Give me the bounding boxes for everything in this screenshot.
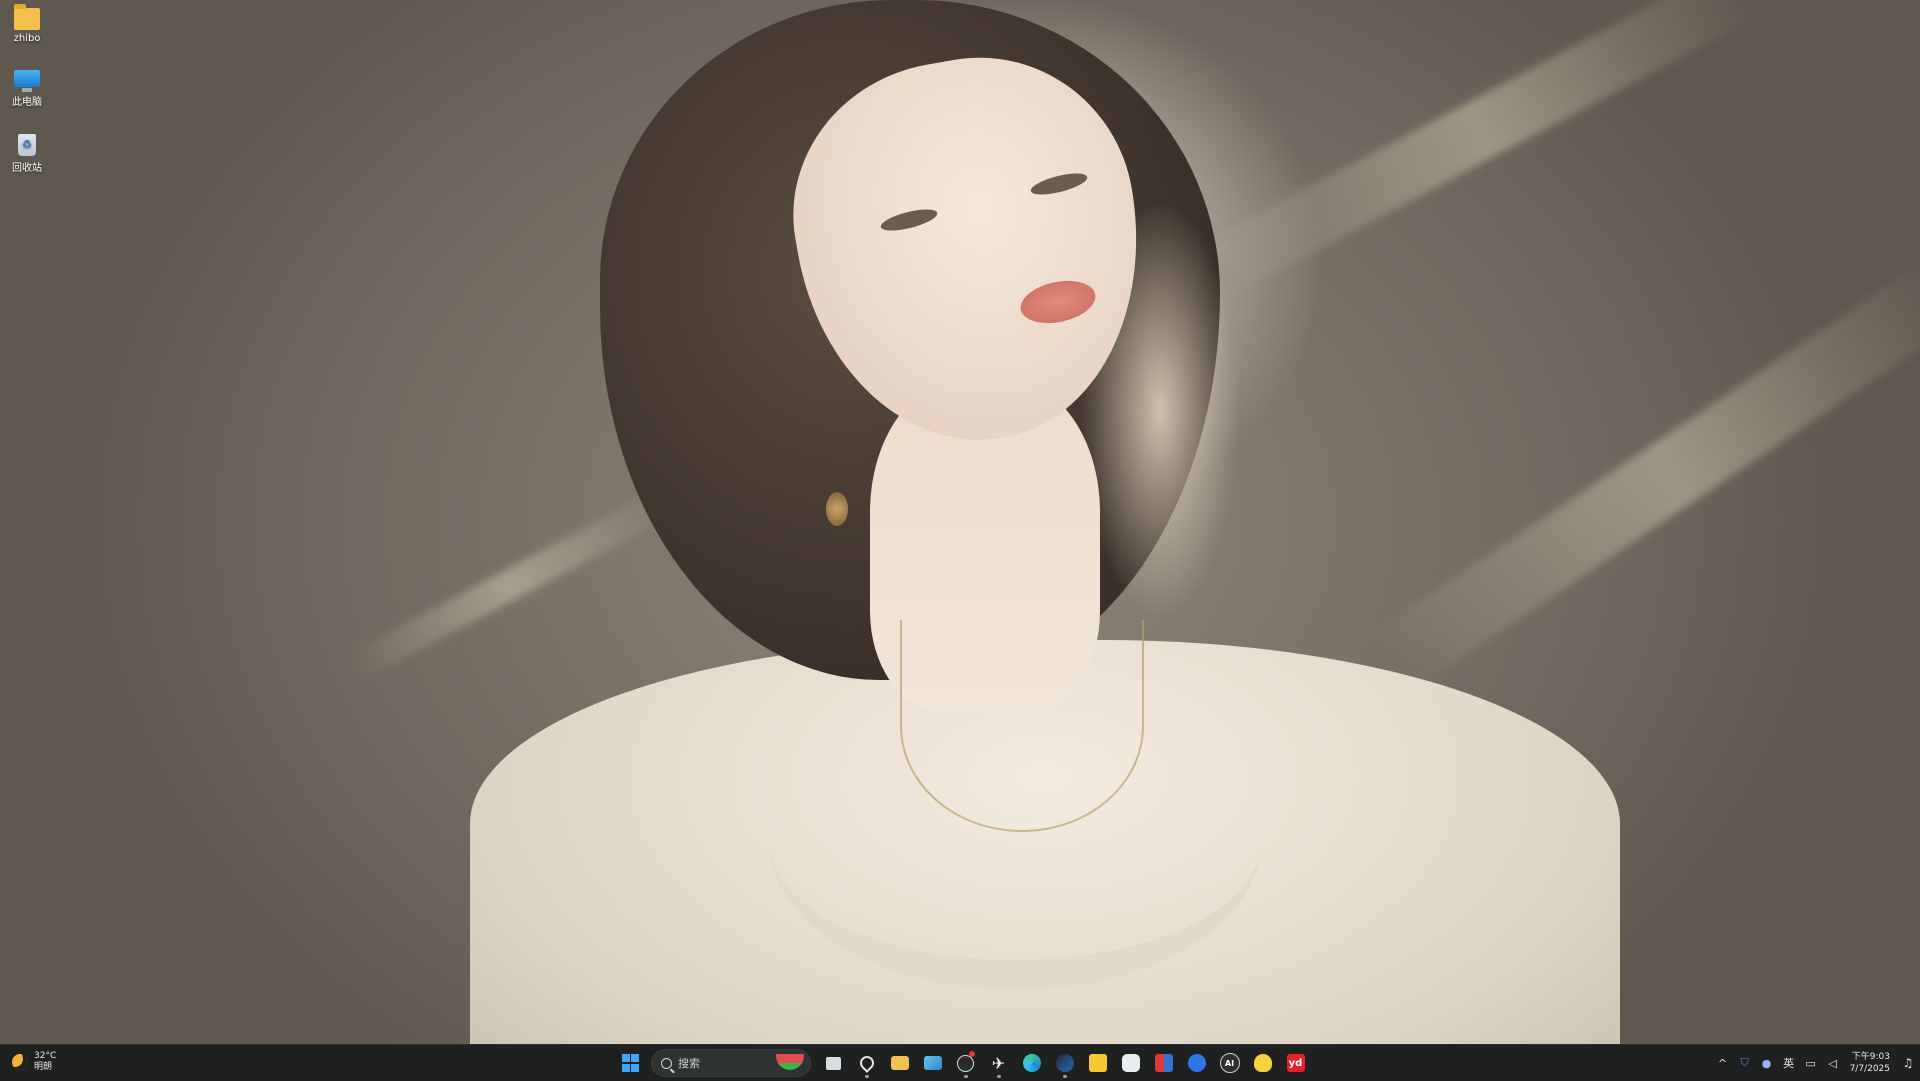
notification-badge	[968, 1051, 975, 1057]
weather-widget[interactable]: 32°C 明朗	[12, 1051, 56, 1073]
edge-browser-icon	[1022, 1054, 1041, 1072]
monitor-network-icon: ▭	[1805, 1056, 1816, 1070]
tray-clock[interactable]: 下午9:03 7/7/2025	[1844, 1051, 1896, 1075]
taskbar: 32°C 明朗 搜索 ✈ AI yd ^ ⛉ ● 英 ▭ ◁ 下午9:03 7/…	[0, 1044, 1920, 1081]
desktop: zhibo 此电脑 ♻ 回收站	[0, 0, 1920, 1044]
search-placeholder: 搜索	[678, 1057, 700, 1070]
gamepad-icon	[1121, 1054, 1140, 1072]
taskbar-file-explorer[interactable]	[885, 1048, 915, 1078]
desktop-icon-label: zhibo	[13, 33, 41, 44]
taskbar-ai-app[interactable]: AI	[1215, 1048, 1245, 1078]
recycle-bin-icon: ♻	[18, 134, 36, 156]
task-view-icon	[826, 1056, 841, 1070]
youdao-icon: yd	[1286, 1054, 1305, 1072]
light-ray	[1368, 255, 1920, 695]
tray-network[interactable]: ▭	[1800, 1045, 1822, 1081]
weather-condition: 明朗	[34, 1062, 53, 1072]
folder-icon	[14, 4, 40, 30]
desktop-icon-this-pc[interactable]: 此电脑	[2, 70, 52, 108]
ai-app-icon: AI	[1219, 1053, 1240, 1073]
chevron-up-icon: ^	[1717, 1056, 1728, 1070]
bell-icon: ♫	[1902, 1056, 1914, 1070]
tray-overflow-button[interactable]: ^	[1712, 1045, 1734, 1081]
taskbar-photos[interactable]	[918, 1048, 948, 1078]
yellow-app-icon	[1088, 1054, 1107, 1072]
taskbar-youdao[interactable]: yd	[1281, 1048, 1311, 1078]
taskbar-red-blue-app[interactable]	[1149, 1048, 1179, 1078]
taskbar-search[interactable]: 搜索	[651, 1049, 811, 1077]
blue-app-icon	[1187, 1054, 1206, 1072]
clock-time: 下午9:03	[1851, 1052, 1890, 1062]
feather-icon: ✈	[991, 1053, 1006, 1073]
photos-icon	[923, 1056, 942, 1070]
tray-security[interactable]: ⛉	[1734, 1045, 1756, 1081]
light-ray	[1201, 0, 1759, 298]
desktop-icon-recycle-bin[interactable]: ♻ 回收站	[2, 134, 52, 174]
steam-icon	[1055, 1054, 1074, 1072]
wallpaper-figure-earring	[826, 492, 848, 526]
weather-temperature: 32°C	[34, 1051, 57, 1061]
tray-microphone[interactable]: ●	[1756, 1045, 1778, 1081]
notification-center-button[interactable]: ♫	[1896, 1045, 1920, 1081]
system-tray: ^ ⛉ ● 英 ▭ ◁ 下午9:03 7/7/2025 ♫	[1712, 1045, 1920, 1081]
windows-start-icon	[621, 1054, 640, 1072]
tray-volume[interactable]: ◁	[1822, 1045, 1844, 1081]
desktop-icon-label: 回收站	[12, 163, 42, 174]
taskbar-task-view[interactable]	[819, 1048, 849, 1078]
folder-icon	[890, 1056, 909, 1070]
light-ray	[344, 487, 676, 683]
taskbar-duck-app[interactable]	[1248, 1048, 1278, 1078]
taskbar-steam[interactable]	[1050, 1048, 1080, 1078]
github-icon	[957, 1054, 974, 1072]
taskbar-location[interactable]	[852, 1048, 882, 1078]
microphone-icon: ●	[1761, 1056, 1772, 1070]
moon-icon	[12, 1054, 28, 1070]
duck-icon	[1253, 1054, 1272, 1072]
taskbar-gamepad[interactable]	[1116, 1048, 1146, 1078]
taskbar-blue-app[interactable]	[1182, 1048, 1212, 1078]
shield-app-icon	[1154, 1054, 1173, 1072]
start-button[interactable]	[616, 1048, 646, 1078]
speaker-icon: ◁	[1828, 1056, 1837, 1070]
clock-date: 7/7/2025	[1849, 1064, 1890, 1074]
taskbar-yellow-app[interactable]	[1083, 1048, 1113, 1078]
taskbar-app-red-badge[interactable]	[951, 1048, 981, 1078]
wallpaper-figure-necklace	[900, 620, 1144, 832]
this-pc-icon	[14, 70, 40, 92]
watermelon-icon	[776, 1054, 804, 1070]
taskbar-edge[interactable]	[1017, 1048, 1047, 1078]
shield-icon: ⛉	[1740, 1056, 1749, 1069]
desktop-icon-zhibo[interactable]: zhibo	[2, 4, 52, 44]
location-pin-icon	[856, 1053, 877, 1073]
search-icon	[661, 1057, 672, 1069]
tray-language[interactable]: 英	[1778, 1045, 1800, 1081]
taskbar-apps: 搜索 ✈ AI yd	[614, 1048, 1312, 1078]
desktop-icon-label: 此电脑	[12, 97, 42, 108]
taskbar-feather[interactable]: ✈	[984, 1048, 1014, 1078]
